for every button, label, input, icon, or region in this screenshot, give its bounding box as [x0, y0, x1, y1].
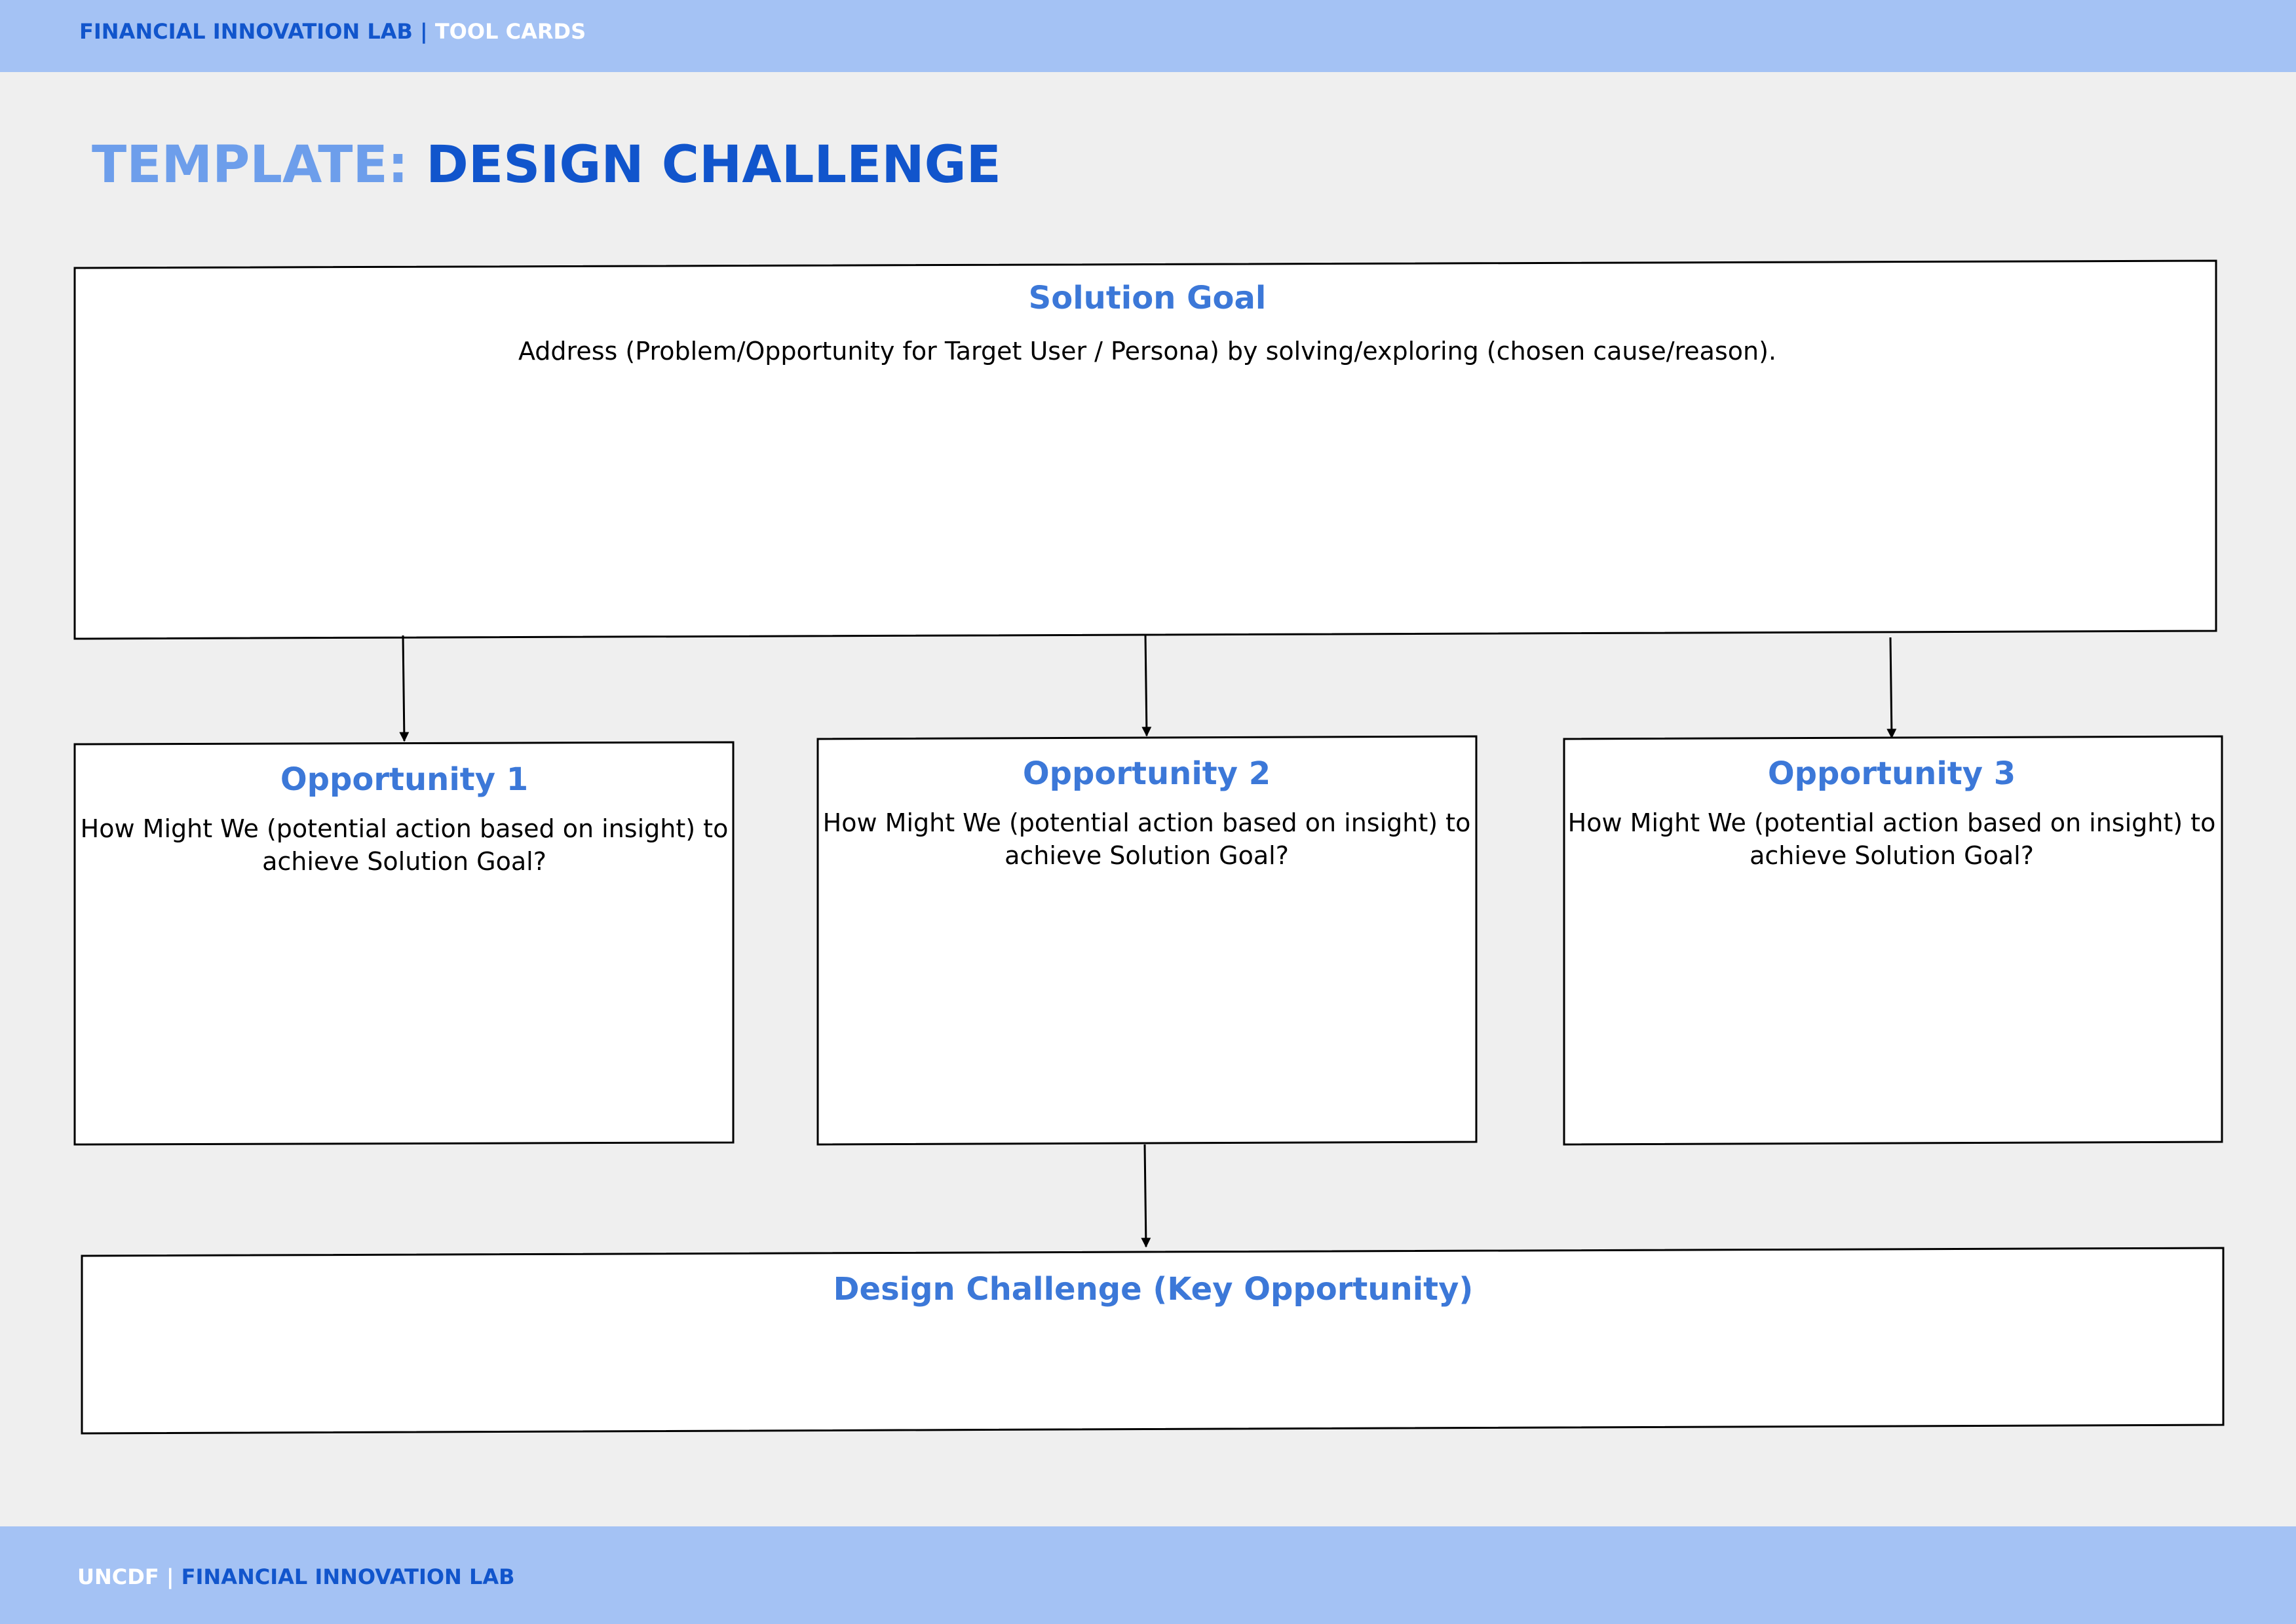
- footer-separator: |: [166, 1564, 174, 1589]
- opportunity-2-heading: Opportunity 2: [1022, 755, 1271, 792]
- opportunity-3-content: Opportunity 3 How Might We (potential ac…: [1567, 754, 2216, 872]
- opportunity-3-body: How Might We (potential action based on …: [1567, 808, 2216, 870]
- arrow-opportunity-2-to-design-challenge: [1141, 1144, 1151, 1248]
- arrow-goal-to-opportunity-1: [399, 635, 410, 742]
- arrow-goal-to-opportunity-3: [1886, 637, 1897, 739]
- footer-lab: FINANCIAL INNOVATION LAB: [181, 1564, 515, 1589]
- footer-org: UNCDF: [77, 1564, 159, 1589]
- opportunity-1-content: Opportunity 1 How Might We (potential ac…: [80, 760, 729, 878]
- solution-goal-content: Solution Goal Address (Problem/Opportuni…: [77, 278, 2217, 368]
- design-challenge-heading: Design Challenge (Key Opportunity): [833, 1271, 1474, 1308]
- solution-goal-body: Address (Problem/Opportunity for Target …: [518, 337, 1776, 366]
- design-challenge-content: Design Challenge (Key Opportunity): [85, 1270, 2221, 1309]
- arrow-goal-to-opportunity-2: [1141, 633, 1152, 737]
- solution-goal-heading: Solution Goal: [1028, 280, 1267, 316]
- opportunity-1-body: How Might We (potential action based on …: [80, 814, 729, 876]
- footer-text: UNCDF | FINANCIAL INNOVATION LAB: [77, 1564, 515, 1590]
- opportunity-3-heading: Opportunity 3: [1767, 755, 2016, 792]
- opportunity-1-heading: Opportunity 1: [280, 761, 529, 798]
- opportunity-2-content: Opportunity 2 How Might We (potential ac…: [822, 754, 1471, 872]
- opportunity-2-body: How Might We (potential action based on …: [822, 808, 1471, 870]
